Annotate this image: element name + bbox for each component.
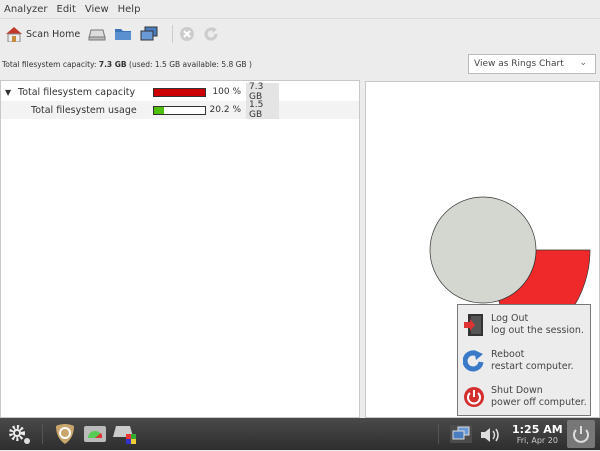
scan-home-button[interactable]: Scan Home [5,26,80,42]
menubar: Analyzer Edit View Help [0,0,600,19]
usage-bar [153,87,206,97]
taskbar-separator [438,424,439,444]
logout-item[interactable]: Log Out log out the session. [463,313,584,337]
volume-icon[interactable] [480,426,502,444]
capacity-info: Total filesystem capacity: 7.3 GB (used:… [2,60,252,69]
clock[interactable]: 1:25 AM Fri, Apr 20 [512,423,563,445]
taskbar-separator [42,424,43,444]
ring-center[interactable] [429,196,537,304]
chevron-down-icon: ⌄ [579,58,587,68]
power-icon [573,426,589,443]
network-icon[interactable] [450,425,472,443]
power-icon [464,387,484,407]
session-menu: Log Out log out the session. Reboot restar… [457,304,591,416]
scan-filesystem-icon[interactable] [88,27,106,41]
toolbar: Scan Home [0,21,600,47]
taskbar: 1:25 AM Fri, Apr 20 [0,418,600,450]
reboot-item[interactable]: Reboot restart computer. [463,349,574,373]
toolbar-separator [172,25,174,43]
usage-bar [153,105,206,115]
menu-edit[interactable]: Edit [57,4,76,15]
tree-row[interactable]: Total filesystem usage 20.2 % 1.5 GB [1,100,359,120]
tree-row[interactable]: ▼ Total filesystem capacity 100 % 7.3 GB [1,82,359,102]
folder-tree: ▼ Total filesystem capacity 100 % 7.3 GB… [0,80,360,418]
shutdown-item[interactable]: Shut Down power off computer. [463,385,587,409]
home-icon [6,27,22,42]
settings-gears-icon[interactable] [8,424,32,446]
menu-analyzer[interactable]: Analyzer [4,4,48,15]
menu-view[interactable]: View [85,4,109,15]
expander-icon[interactable]: ▼ [5,88,11,97]
reboot-icon [463,350,484,372]
refresh-icon[interactable] [203,26,219,42]
recycle-app-icon[interactable] [54,423,76,445]
menu-help[interactable]: Help [118,4,141,15]
logout-icon [464,314,483,336]
scan-folder-icon[interactable] [114,27,132,41]
stop-icon[interactable] [179,26,195,42]
software-center-icon[interactable] [112,424,138,446]
scan-remote-icon[interactable] [140,26,158,42]
view-mode-select[interactable]: View as Rings Chart ⌄ [468,54,596,74]
power-menu-button[interactable] [567,420,595,448]
disk-usage-app-icon[interactable] [83,424,107,444]
